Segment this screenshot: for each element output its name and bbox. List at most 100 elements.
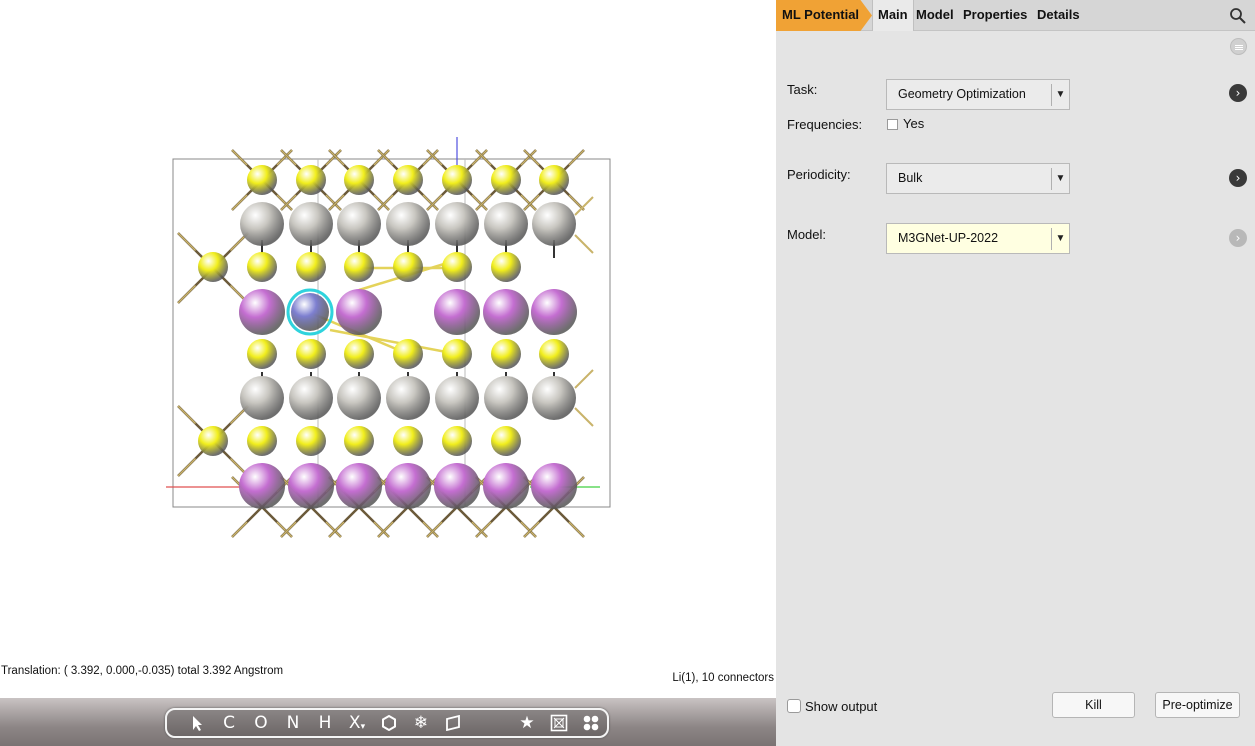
model-select[interactable]: M3GNet-UP-2022 ▼ [886, 223, 1070, 254]
task-select[interactable]: Geometry Optimization ▼ [886, 79, 1070, 110]
panel-menu-icon[interactable] [1230, 38, 1247, 55]
tab-ml-potential[interactable]: ML Potential [776, 0, 872, 31]
sulfur-atom [539, 339, 569, 369]
bond-stub [574, 407, 594, 427]
bond-stub [177, 284, 197, 304]
selected-lithium-atom [291, 293, 329, 331]
show-output-checkbox[interactable] [787, 699, 801, 713]
sulfur-atom [393, 165, 423, 195]
sulfur-atom [491, 339, 521, 369]
hydrogen-button[interactable]: H [309, 710, 341, 736]
translation-status: Translation: ( 3.392, 0.000,-0.035) tota… [1, 665, 284, 677]
chevron-down-icon: ▼ [1051, 84, 1069, 106]
sulfur-atom [198, 426, 228, 456]
chevron-down-icon: ▼ [1051, 168, 1069, 190]
task-label: Task: [787, 82, 818, 97]
sulfur-atom [296, 339, 326, 369]
frequencies-label: Frequencies: [787, 117, 863, 132]
molecule-canvas[interactable] [0, 0, 776, 698]
periodicity-select[interactable]: Bulk ▼ [886, 163, 1070, 194]
sulfur-atom [442, 339, 472, 369]
bond-stub [574, 234, 594, 254]
sulfur-atom [491, 252, 521, 282]
sulfur-atom [344, 426, 374, 456]
bond-stub [520, 149, 537, 166]
bond-stub [328, 149, 345, 166]
sulfur-atom [344, 165, 374, 195]
bond-stub [325, 149, 342, 166]
sulfur-atom [442, 426, 472, 456]
lithium-atom [336, 289, 382, 335]
ml-potential-panel: ML Potential Main Model Properties Detai… [776, 0, 1255, 746]
task-value: Geometry Optimization [898, 87, 1026, 101]
sulfur-atom [296, 252, 326, 282]
nitrogen-button[interactable]: N [277, 710, 309, 736]
oxygen-button[interactable]: O [245, 710, 277, 736]
titanium-atom [240, 376, 284, 420]
tab-properties[interactable]: Properties [963, 0, 1027, 31]
task-details-arrow-icon[interactable]: › [1229, 84, 1247, 102]
periodicity-details-arrow-icon[interactable]: › [1229, 169, 1247, 187]
frequencies-checkbox[interactable] [887, 119, 898, 130]
tab-details[interactable]: Details [1037, 0, 1080, 31]
star-icon[interactable]: ★ [511, 710, 543, 736]
lithium-atom [434, 463, 480, 509]
bond-stub [177, 457, 197, 477]
sulfur-atom [296, 426, 326, 456]
bond-stub [325, 194, 342, 211]
ring-icon[interactable] [373, 710, 405, 736]
tab-bar: ML Potential Main Model Properties Detai… [776, 0, 1255, 31]
frame-icon[interactable] [543, 710, 575, 736]
titanium-atom [289, 202, 333, 246]
sulfur-atom [393, 252, 423, 282]
bond-stub [177, 405, 197, 425]
sulfur-atom [344, 252, 374, 282]
search-icon[interactable] [1229, 7, 1247, 25]
sulfur-atom [442, 165, 472, 195]
pre-optimize-button[interactable]: Pre-optimize [1155, 692, 1240, 718]
selection-status: Li(1), 10 connectors [672, 672, 774, 684]
frequencies-option-label: Yes [903, 116, 925, 131]
cluster-icon[interactable] [575, 710, 607, 736]
titanium-atom [532, 202, 576, 246]
model-label: Model: [787, 227, 827, 242]
sulfur-atom [491, 426, 521, 456]
freeze-icon[interactable]: ❄ [405, 710, 437, 736]
lithium-atom [531, 289, 577, 335]
model-details-arrow-icon[interactable]: › [1229, 229, 1247, 247]
sulfur-atom [442, 252, 472, 282]
bond-stub [231, 149, 248, 166]
titanium-atom [435, 202, 479, 246]
bond-stub [328, 521, 345, 538]
chevron-down-icon: ▼ [1051, 228, 1069, 250]
carbon-button[interactable]: C [213, 710, 245, 736]
titanium-atom [386, 376, 430, 420]
titanium-atom [484, 376, 528, 420]
bond-stub [328, 194, 345, 211]
kill-button[interactable]: Kill [1052, 692, 1135, 718]
pointer-icon[interactable] [181, 710, 213, 736]
bond-stub [568, 149, 585, 166]
other-element-label: X [348, 713, 361, 733]
sulfur-atom [198, 252, 228, 282]
lithium-atom [239, 463, 285, 509]
tab-model[interactable]: Model [916, 0, 954, 31]
sulfur-atom [247, 339, 277, 369]
titanium-atom [386, 202, 430, 246]
lithium-atom [239, 289, 285, 335]
titanium-atom [435, 376, 479, 420]
titanium-atom [240, 202, 284, 246]
bond-stub [520, 194, 537, 211]
molecule-viewer[interactable]: Translation: ( 3.392, 0.000,-0.035) tota… [0, 0, 776, 746]
bond-stub [568, 521, 585, 538]
lithium-atom [434, 289, 480, 335]
lithium-atom [336, 463, 382, 509]
plane-icon[interactable] [437, 710, 469, 736]
lithium-atom [483, 463, 529, 509]
lithium-atom [288, 463, 334, 509]
periodicity-label: Periodicity: [787, 167, 851, 182]
other-element-button[interactable]: X ▾ [341, 710, 373, 736]
bond-stub [231, 521, 248, 538]
tab-main[interactable]: Main [872, 0, 914, 31]
sulfur-atom [247, 252, 277, 282]
